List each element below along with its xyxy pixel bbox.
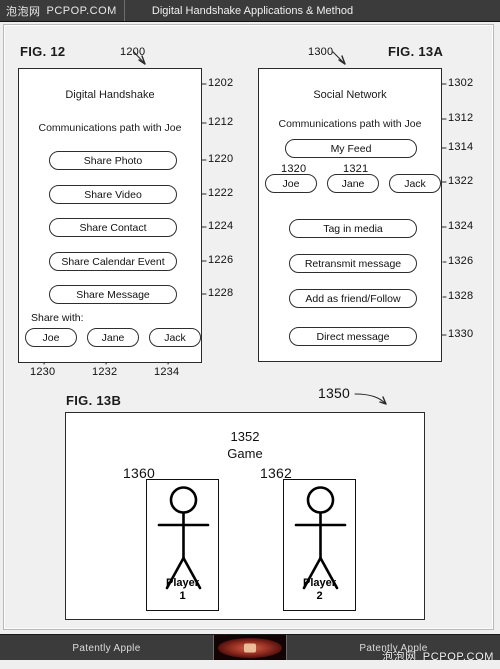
ref-1324: 1324 — [448, 220, 474, 232]
player-2-box: Player 2 — [283, 479, 356, 611]
ref-1350: 1350 — [318, 385, 350, 401]
contact-chip-jane[interactable]: Jane — [87, 328, 139, 347]
button-share-calendar-event[interactable]: Share Calendar Event — [49, 252, 177, 271]
contact-chip-joe[interactable]: Joe — [265, 174, 317, 193]
ref-1212: 1212 — [208, 116, 234, 128]
title-bar: 泡泡网 PCPOP.COM Digital Handshake Applicat… — [0, 0, 500, 22]
ref-1232: 1232 — [92, 366, 118, 378]
patent-figure-page: 泡泡网 PCPOP.COM Digital Handshake Applicat… — [0, 0, 500, 669]
button-share-contact[interactable]: Share Contact — [49, 218, 177, 237]
button-share-message[interactable]: Share Message — [49, 285, 177, 304]
fig13a-subheading: Communications path with Joe — [278, 118, 422, 130]
logo-core — [244, 643, 256, 653]
ref-1202: 1202 — [208, 77, 234, 89]
button-tag-in-media[interactable]: Tag in media — [289, 219, 417, 238]
ref-1230: 1230 — [30, 366, 56, 378]
fig13a-heading: Social Network — [313, 89, 387, 101]
ref-1234: 1234 — [154, 366, 180, 378]
ref-1300: 1300 — [308, 46, 334, 58]
ref-1321: 1321 — [343, 163, 369, 175]
contact-chip-jane[interactable]: Jane — [327, 174, 379, 193]
figure-label-fig12: FIG. 12 — [20, 44, 66, 59]
document-title: Digital Handshake Applications & Method — [151, 4, 354, 17]
contact-chip-jack[interactable]: Jack — [389, 174, 441, 193]
button-retransmit-message[interactable]: Retransmit message — [289, 254, 417, 273]
ref-1312: 1312 — [448, 112, 474, 124]
figure-label-fig13a: FIG. 13A — [388, 44, 444, 59]
ref-1314: 1314 — [448, 141, 474, 153]
fig12-heading: Digital Handshake — [65, 89, 155, 101]
player-1-box: Player 1 — [146, 479, 219, 611]
bottom-strip — [0, 660, 500, 669]
footer-left-credit: Patently Apple — [0, 635, 214, 661]
button-share-video[interactable]: Share Video — [49, 185, 177, 204]
ref-1220: 1220 — [208, 153, 234, 165]
device-fig12: Digital Handshake Communications path wi… — [18, 68, 202, 363]
ref-1224: 1224 — [208, 220, 234, 232]
ref-1222: 1222 — [208, 187, 234, 199]
ref-1322: 1322 — [448, 175, 474, 187]
ref-1200: 1200 — [120, 46, 146, 58]
game-title: Game — [227, 446, 263, 461]
apple-logo-icon — [214, 635, 287, 661]
site-brand: 泡泡网 PCPOP.COM — [0, 0, 125, 21]
button-add-as-friend-follow[interactable]: Add as friend/Follow — [289, 289, 417, 308]
ref-1328: 1328 — [448, 290, 474, 302]
player-1-name: Player — [165, 577, 200, 589]
ref-1320: 1320 — [281, 163, 307, 175]
ref-1330: 1330 — [448, 328, 474, 340]
ref-1352: 1352 — [230, 429, 260, 444]
player-2-name: Player — [302, 577, 337, 589]
player-2-number: 2 — [316, 590, 323, 602]
button-share-photo[interactable]: Share Photo — [49, 151, 177, 170]
figure-label-fig13b: FIG. 13B — [66, 393, 122, 408]
device-fig13a: Social Network Communications path with … — [258, 68, 442, 362]
ref-1226: 1226 — [208, 254, 234, 266]
device-fig13b-game: 1352 Game 1360 Player 1 1362 Player 2 — [65, 412, 425, 620]
ref-1326: 1326 — [448, 255, 474, 267]
share-with-label: Share with: — [31, 312, 84, 324]
button-my-feed[interactable]: My Feed — [285, 139, 417, 158]
fig12-subheading: Communications path with Joe — [38, 122, 182, 134]
brand-cn-text: 泡泡网 — [6, 5, 41, 18]
button-direct-message[interactable]: Direct message — [289, 327, 417, 346]
ref-1302: 1302 — [448, 77, 474, 89]
player-1-number: 1 — [179, 590, 186, 602]
brand-en-text: PCPOP.COM — [46, 4, 117, 17]
contact-chip-jack[interactable]: Jack — [149, 328, 201, 347]
contact-chip-joe[interactable]: Joe — [25, 328, 77, 347]
ref-1228: 1228 — [208, 287, 234, 299]
